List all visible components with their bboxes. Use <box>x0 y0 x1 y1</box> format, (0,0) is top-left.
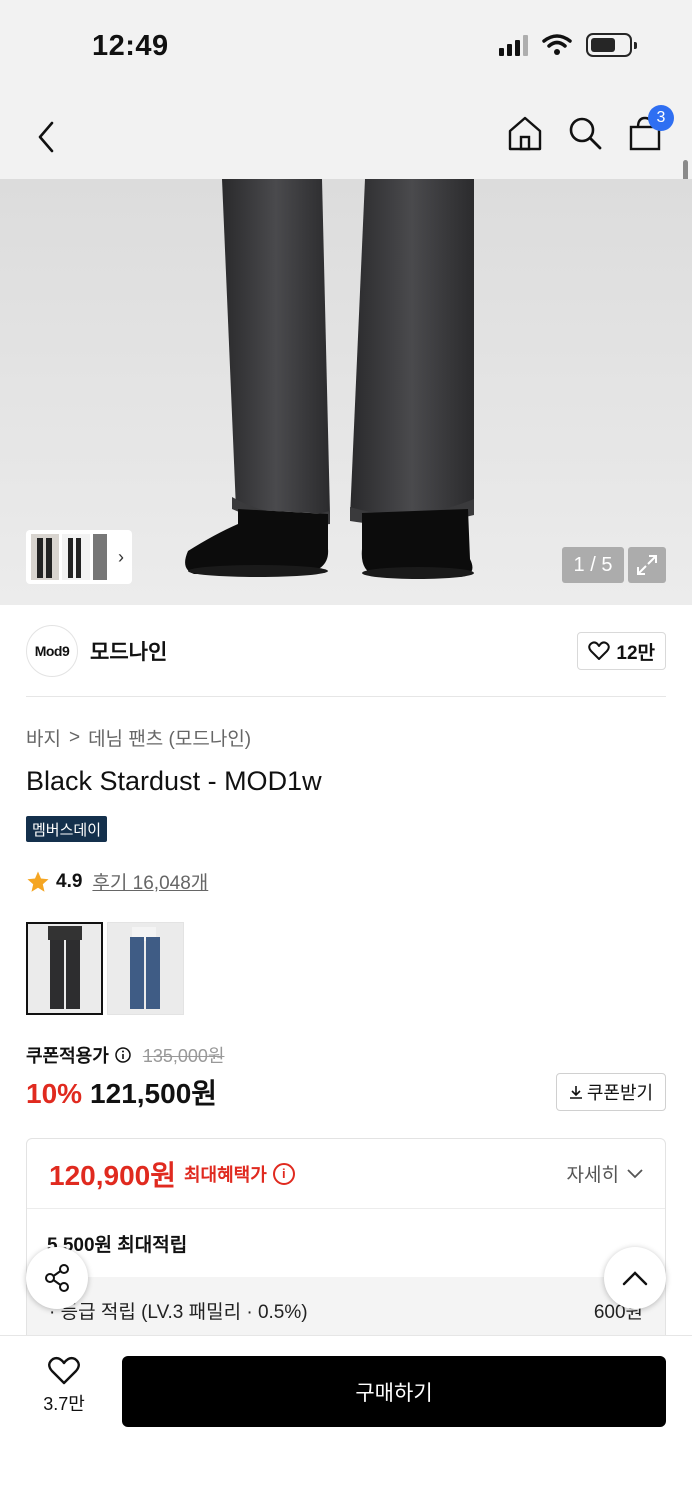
coupon-price-label: 쿠폰적용가 135,000원 <box>26 1042 224 1068</box>
battery-icon <box>586 33 637 57</box>
color-option-black[interactable] <box>26 922 103 1015</box>
review-count-link[interactable]: 후기 16,048개 <box>92 868 208 895</box>
discount-rate: 10% <box>26 1078 83 1109</box>
info-icon[interactable]: i <box>272 1162 295 1185</box>
star-icon <box>27 871 49 892</box>
detail-label: 자세히 <box>566 1165 619 1186</box>
search-icon[interactable] <box>566 113 604 153</box>
coupon-download-label: 쿠폰받기 <box>586 1083 654 1103</box>
wifi-icon <box>542 34 572 55</box>
status-icons <box>499 33 637 57</box>
breadcrumb: 바지 > 데님 팬츠 (모드나인) <box>26 724 251 751</box>
status-bar: 12:49 <box>0 0 692 95</box>
sale-price: 121,500원 <box>90 1078 218 1109</box>
max-benefit-label: 최대혜택가 <box>183 1164 267 1185</box>
coupon-price-text: 쿠폰적용가 <box>26 1046 109 1066</box>
image-thumbnail-strip[interactable]: › <box>26 530 132 584</box>
product-title: Black Stardust - MOD1w <box>26 766 322 796</box>
max-benefit-price: 120,900원 <box>49 1159 176 1191</box>
original-price: 135,000원 <box>142 1046 225 1066</box>
color-options <box>26 922 184 1015</box>
scroll-to-top-button[interactable] <box>604 1247 666 1309</box>
price-row: 10% 121,500원 <box>26 1072 217 1112</box>
share-button[interactable] <box>26 1247 88 1309</box>
download-icon <box>569 1086 582 1099</box>
breadcrumb-category[interactable]: 바지 <box>26 724 61 751</box>
product-image-carousel[interactable]: › 1 / 5 <box>0 179 692 605</box>
thumbnail-3[interactable] <box>93 534 107 580</box>
brand-name[interactable]: 모드나인 <box>90 636 167 666</box>
image-page-indicator: 1 / 5 <box>562 547 624 583</box>
brand-like-button[interactable]: 12만 <box>577 632 666 670</box>
nav-actions: 3 <box>506 105 674 153</box>
brand-logo[interactable]: Mod9 <box>26 625 78 677</box>
chevron-up-icon <box>622 1271 648 1286</box>
wishlist-button[interactable]: 3.7만 <box>26 1356 102 1416</box>
benefit-header[interactable]: 120,900원 최대혜택가 i 자세히 <box>27 1139 665 1209</box>
thumbnail-1[interactable] <box>31 534 59 580</box>
chevron-right-icon[interactable]: › <box>118 547 124 568</box>
points-line: · 등급 적립 (LV.3 패밀리 · 0.5%) 600원 <box>49 1277 643 1324</box>
brand-like-count: 12만 <box>616 642 655 664</box>
back-arrow-icon[interactable] <box>28 115 68 159</box>
heart-icon <box>588 641 611 660</box>
wishlist-count: 3.7만 <box>43 1394 85 1414</box>
rating-row: 4.9 후기 16,048개 <box>26 868 208 895</box>
expand-icon <box>637 555 657 575</box>
cart-count-badge: 3 <box>648 105 674 131</box>
divider <box>26 696 666 697</box>
points-item-label: · 등급 적립 (LV.3 패밀리 · 0.5%) <box>49 1302 308 1323</box>
heart-icon <box>48 1356 80 1385</box>
benefit-summary: 120,900원 최대혜택가 i 자세히 5,500원 최대적립 · 등급 적립… <box>26 1138 666 1358</box>
breadcrumb-separator-icon: > <box>68 726 81 748</box>
color-option-blue[interactable] <box>107 922 184 1015</box>
thumbnail-2[interactable] <box>62 534 90 580</box>
brand-row[interactable]: Mod9 모드나인 12만 <box>26 624 666 678</box>
status-time: 12:49 <box>92 30 169 62</box>
breadcrumb-subcategory[interactable]: 데님 팬츠 (모드나인) <box>88 724 251 751</box>
chevron-down-icon <box>627 1168 643 1178</box>
info-icon[interactable] <box>115 1047 131 1063</box>
expand-button[interactable] <box>628 547 666 583</box>
buy-button[interactable]: 구매하기 <box>122 1356 666 1427</box>
home-icon[interactable] <box>506 113 544 153</box>
rating-score: 4.9 <box>56 870 83 892</box>
cart-button[interactable]: 3 <box>626 105 674 153</box>
bottom-action-bar: 3.7만 구매하기 <box>0 1335 692 1500</box>
coupon-download-button[interactable]: 쿠폰받기 <box>556 1073 666 1111</box>
top-navigation: 3 <box>0 95 692 179</box>
cellular-signal-icon <box>499 34 528 56</box>
points-total: 5,500원 최대적립 <box>47 1234 188 1256</box>
event-badge: 멤버스데이 <box>26 816 108 842</box>
detail-toggle[interactable]: 자세히 <box>567 1160 643 1187</box>
share-icon <box>45 1264 69 1292</box>
